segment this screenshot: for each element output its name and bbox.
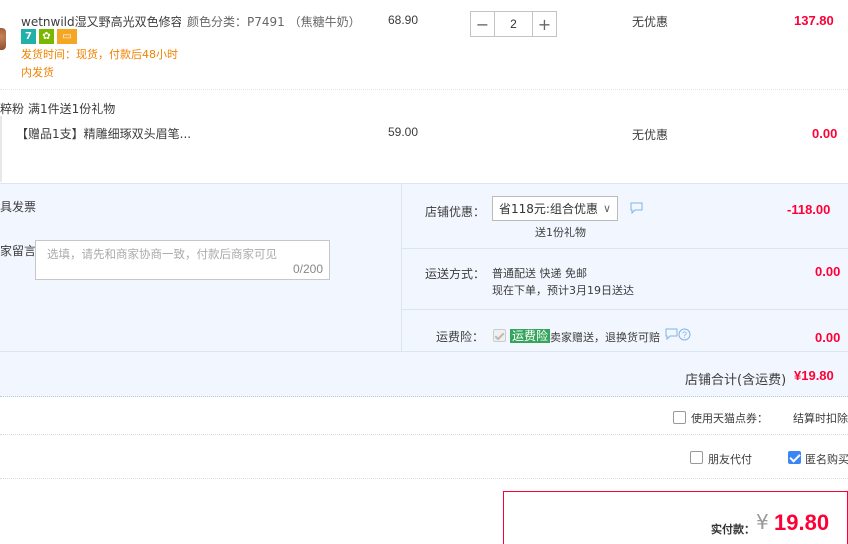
shipping-eta: 现在下单，预计3月19日送达: [492, 284, 634, 297]
ship-time-line1: 发货时间：现货，付款后48小时: [21, 48, 178, 61]
service-badges: 7 ✿ ▭: [21, 29, 80, 44]
gift-promo-header: 粹粉 满1件送1份礼物: [0, 97, 400, 116]
promo-text: 无优惠: [632, 15, 669, 29]
chevron-down-icon: ∨: [602, 202, 611, 215]
insurance-amount: 0.00: [815, 330, 841, 345]
gift-tag: 粹粉: [0, 102, 25, 116]
final-pay-label: 实付款：: [711, 523, 755, 536]
guarantee-icon[interactable]: ✿: [39, 29, 54, 44]
buyer-message-field[interactable]: 选填，请先和商家协商一致，付款后商家可见 0/200: [35, 240, 330, 280]
gift-item-row: 【赠品1支】精雕细琢双头眉笔... 59.00 无优惠 0.00: [0, 116, 848, 182]
store-total-amount: ¥19.80: [794, 368, 834, 383]
increase-quantity-button[interactable]: +: [532, 12, 556, 36]
message-placeholder: 选填，请先和商家协商一致，付款后商家可见: [47, 247, 277, 261]
divider: [402, 309, 848, 310]
chat-icon[interactable]: [665, 328, 678, 343]
insurance-checkbox[interactable]: [493, 328, 506, 342]
order-left-column: 具发票 家留言： 选填，请先和商家协商一致，付款后商家可见 0/200: [0, 184, 402, 351]
message-char-count: 0/200: [292, 262, 323, 276]
svg-text:?: ?: [682, 330, 687, 340]
friend-pay-checkbox[interactable]: [690, 450, 703, 464]
credit-card-icon[interactable]: ▭: [57, 29, 77, 44]
insurance-tag: 运费险: [510, 329, 551, 343]
decrease-quantity-button[interactable]: −: [471, 12, 495, 36]
gift-promo-text: 无优惠: [632, 128, 669, 142]
divider: [402, 248, 848, 249]
shipping-method[interactable]: 普通配送 快递 免邮: [492, 265, 587, 281]
quantity-stepper: − +: [470, 11, 557, 37]
divider: [0, 351, 848, 352]
store-discount-gift: 送1份礼物: [535, 226, 586, 239]
order-options-panel: 具发票 家留言： 选填，请先和商家协商一致，付款后商家可见 0/200 店铺优惠…: [0, 183, 848, 397]
final-pay-amount: 19.80: [774, 510, 830, 535]
help-icon[interactable]: ?: [678, 328, 691, 344]
sku-info: 颜色分类：P7491 （焦糖牛奶）: [187, 15, 361, 29]
gift-note: 满1件送1份礼物: [28, 102, 116, 116]
ship-time-line2: 内发货: [21, 66, 54, 79]
shipping-label: 运送方式：: [425, 267, 486, 281]
store-discount-selected: 省118元:组合优惠: [499, 202, 598, 216]
points-checkbox[interactable]: [673, 410, 686, 424]
insurance-label: 运费险：: [436, 330, 485, 344]
anonymous-label: 匿名购买: [805, 453, 848, 466]
anonymous-checkbox[interactable]: [788, 450, 801, 464]
final-payment-box: 实付款： ¥ 19.80: [503, 491, 848, 544]
product-title[interactable]: wetnwild湿又野高光双色修容...: [21, 13, 181, 30]
points-note: 结算时扣除: [793, 412, 848, 425]
seven-day-return-icon[interactable]: 7: [21, 29, 36, 44]
item-subtotal: 137.80: [794, 13, 834, 28]
shipping-amount: 0.00: [815, 264, 841, 279]
product-thumbnail[interactable]: [0, 28, 6, 50]
store-total-label: 店铺合计(含运费): [685, 373, 787, 388]
points-label: 使用天猫点券：: [691, 412, 768, 425]
store-discount-label: 店铺优惠：: [425, 205, 486, 219]
friend-pay-label: 朋友代付: [708, 453, 752, 466]
divider: [0, 434, 848, 435]
store-discount-select[interactable]: 省118元:组合优惠 ∨: [492, 196, 618, 221]
gift-unit-price: 59.00: [388, 125, 419, 139]
quantity-input[interactable]: [495, 12, 532, 36]
invoice-label[interactable]: 具发票: [0, 198, 36, 215]
gift-item-title[interactable]: 【赠品1支】精雕细琢双头眉笔...: [16, 125, 191, 142]
unit-price: 68.90: [388, 13, 419, 27]
row-divider: [0, 116, 2, 182]
divider: [0, 478, 848, 479]
chat-icon[interactable]: [630, 202, 643, 217]
currency-symbol: ¥: [756, 510, 769, 534]
insurance-text: 卖家赠送，退换货可赔: [550, 331, 660, 344]
cart-item-row: wetnwild湿又野高光双色修容... 7 ✿ ▭ 发货时间：现货，付款后48小时…: [0, 0, 848, 90]
gift-subtotal: 0.00: [812, 126, 838, 141]
store-discount-amount: -118.00: [787, 202, 831, 217]
